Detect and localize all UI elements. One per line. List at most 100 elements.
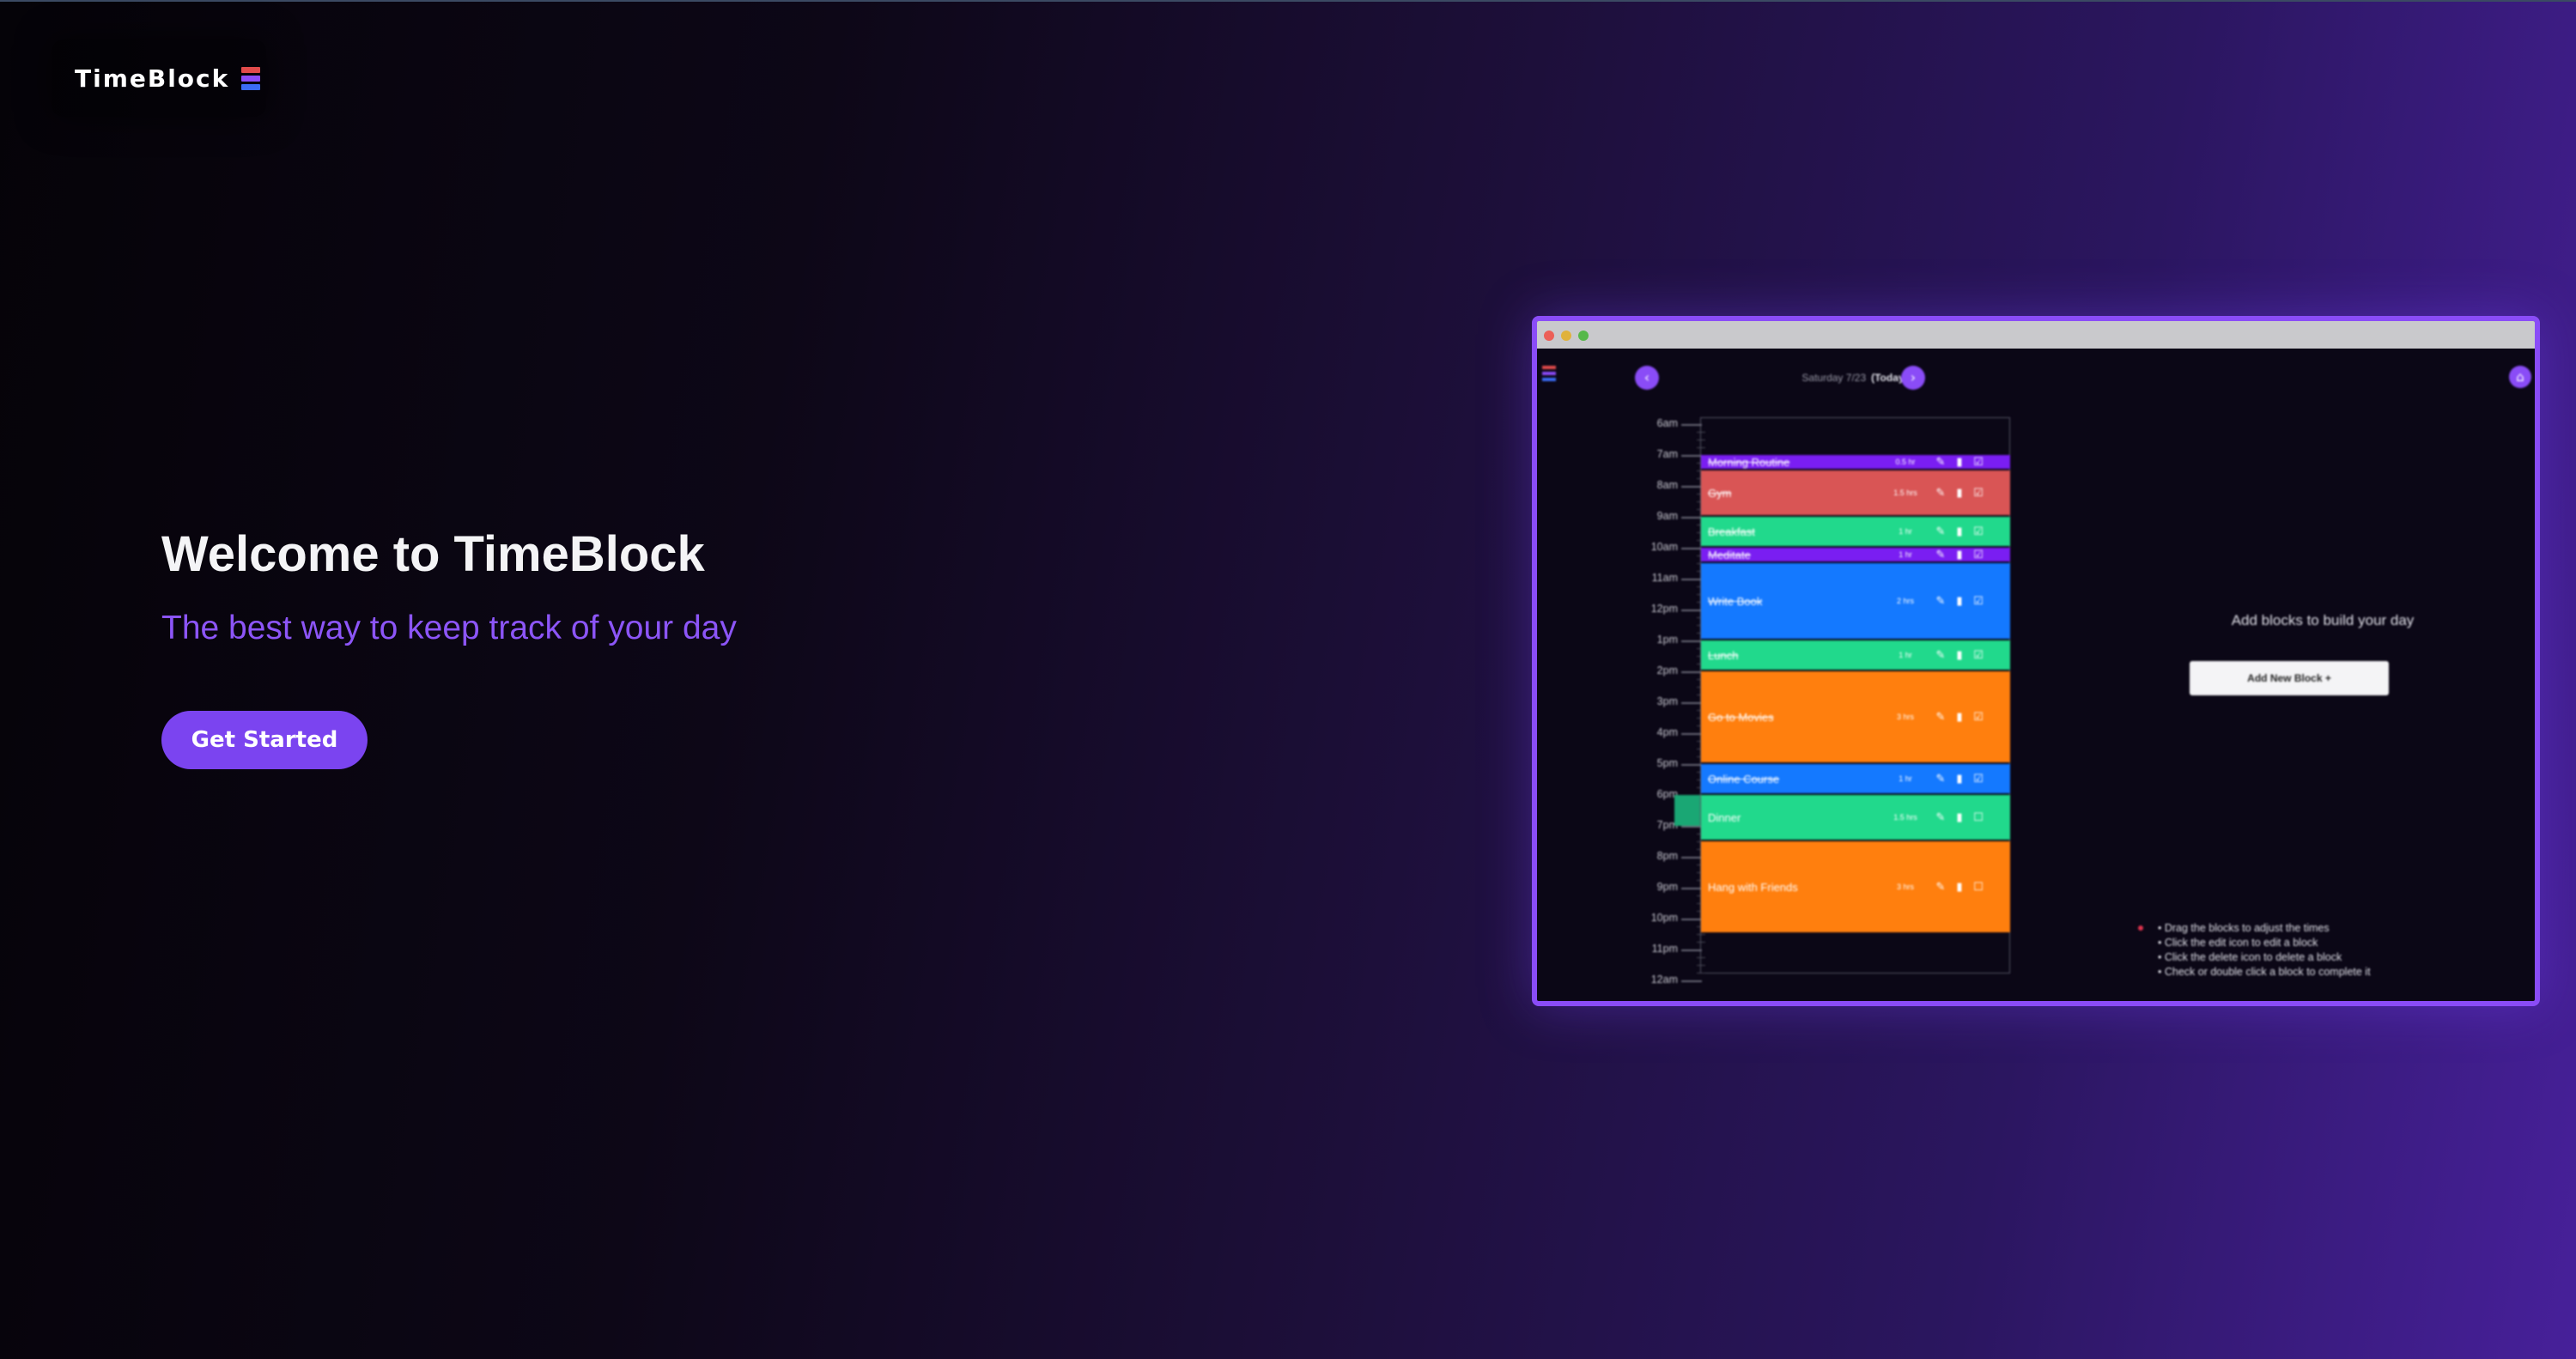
hour-tick (1681, 888, 1702, 889)
block-name: Hang with Friends (1708, 880, 1798, 894)
drag-handle (1674, 795, 1700, 826)
add-blocks-message: Add blocks to build your day (2231, 612, 2415, 628)
block-duration: 3 hrs (1896, 713, 1914, 721)
time-block: Morning Routine 0.5 hr ✎ ▮ ☑ (1701, 455, 2010, 469)
checkbox-checked-icon: ☑ (1973, 525, 1984, 538)
hour-tick (1681, 486, 1702, 488)
delete-icon: ▮ (1956, 548, 1963, 561)
edit-icon: ✎ (1935, 810, 1946, 824)
brand-logo[interactable]: TimeBlock (52, 39, 266, 117)
block-duration: 2 hrs (1896, 597, 1914, 605)
edit-icon: ✎ (1935, 648, 1946, 662)
time-block: Lunch 1 hr ✎ ▮ ☑ (1701, 640, 2010, 670)
time-block: Gym 1.5 hrs ✎ ▮ ☑ (1701, 470, 2010, 515)
time-block: Hang with Friends 3 hrs ✎ ▮ ☐ (1701, 841, 2010, 932)
edit-icon: ✎ (1935, 455, 1946, 469)
edit-icon: ✎ (1935, 880, 1946, 894)
delete-icon: ▮ (1956, 486, 1963, 500)
minor-tick (1697, 973, 1705, 974)
hour-tick (1681, 826, 1702, 828)
time-block: Online Course 1 hr ✎ ▮ ☑ (1701, 764, 2010, 793)
hour-label: 8pm (1656, 850, 1678, 862)
preview-app-body: ‹ Saturday 7/23 (Today) › ⌂ 6am 7am 8am 9am 1… (1537, 349, 2535, 1001)
hour-tick (1681, 579, 1702, 580)
block-name: Write Book (1708, 594, 1763, 608)
logo-text: TimeBlock (75, 64, 230, 93)
chevron-right-icon: › (1901, 366, 1925, 390)
chevron-left-icon: ‹ (1635, 366, 1659, 390)
checkbox-checked-icon: ☑ (1973, 486, 1984, 500)
checkbox-checked-icon: ☑ (1973, 455, 1984, 469)
maximize-dot-icon (1578, 331, 1589, 341)
hour-label: 9am (1656, 510, 1678, 522)
hour-tick (1681, 610, 1702, 611)
hour-label: 11pm (1651, 943, 1678, 955)
minor-tick (1697, 942, 1705, 943)
block-duration: 1 hr (1899, 550, 1912, 559)
time-block: Go to Movies 3 hrs ✎ ▮ ☑ (1701, 671, 2010, 762)
checkbox-checked-icon: ☑ (1973, 772, 1984, 786)
time-block: Meditate 1 hr ✎ ▮ ☑ (1701, 548, 2010, 561)
hour-tick (1681, 764, 1702, 766)
block-name: Go to Movies (1708, 710, 1774, 724)
add-new-block-button: Add New Block + (2190, 661, 2389, 695)
date-label: Saturday 7/23 (Today) (1801, 372, 1908, 384)
edit-icon: ✎ (1935, 525, 1946, 538)
hint-item: • Click the edit icon to edit a block (2158, 937, 2318, 949)
menu-icon (1542, 366, 1556, 381)
edit-icon: ✎ (1935, 548, 1946, 561)
hour-label: 6am (1656, 417, 1678, 429)
hour-label: 1pm (1656, 634, 1678, 646)
hour-label: 12am (1650, 974, 1678, 986)
minimize-dot-icon (1561, 331, 1571, 341)
delete-icon: ▮ (1956, 772, 1963, 786)
hero-subtitle: The best way to keep track of your day (161, 610, 737, 646)
block-duration: 1 hr (1899, 774, 1912, 783)
block-name: Online Course (1708, 772, 1780, 786)
block-duration: 1 hr (1899, 651, 1912, 659)
minor-tick (1697, 957, 1705, 958)
hour-tick (1681, 640, 1702, 642)
checkbox-empty-icon: ☐ (1973, 810, 1984, 824)
hour-label: 12pm (1650, 603, 1678, 615)
hour-tick (1681, 517, 1702, 519)
hour-tick (1681, 857, 1702, 858)
app-preview-screenshot: ‹ Saturday 7/23 (Today) › ⌂ 6am 7am 8am 9am 1… (1532, 316, 2540, 1006)
block-duration: 1 hr (1899, 527, 1912, 536)
block-duration: 3 hrs (1896, 883, 1914, 891)
hint-bullet-dot (2138, 925, 2143, 931)
minor-tick (1697, 934, 1705, 935)
hour-label: 10pm (1650, 912, 1678, 924)
hint-item: • Click the delete icon to delete a bloc… (2158, 951, 2342, 963)
hints-list: • Drag the blocks to adjust the times • … (2158, 921, 2371, 980)
hour-tick (1681, 455, 1702, 457)
hour-label: 7pm (1656, 819, 1678, 831)
block-duration: 1.5 hrs (1893, 813, 1917, 822)
get-started-button[interactable]: Get Started (161, 711, 368, 769)
minor-tick (1697, 965, 1705, 966)
hour-tick (1681, 733, 1702, 735)
edit-icon: ✎ (1935, 772, 1946, 786)
block-name: Meditate (1708, 548, 1751, 561)
hour-label: 4pm (1656, 726, 1678, 738)
block-name: Morning Routine (1708, 455, 1790, 469)
hour-label: 11am (1651, 572, 1678, 584)
block-name: Gym (1708, 486, 1732, 500)
hour-tick (1681, 548, 1702, 549)
delete-icon: ▮ (1956, 810, 1963, 824)
hint-item: • Check or double click a block to compl… (2158, 966, 2371, 978)
close-dot-icon (1544, 331, 1554, 341)
hour-label: 8am (1656, 479, 1678, 491)
checkbox-checked-icon: ☑ (1973, 548, 1984, 561)
top-border (0, 0, 2576, 2)
hour-tick (1681, 919, 1702, 920)
hour-label: 7am (1656, 448, 1678, 460)
checkbox-checked-icon: ☑ (1973, 648, 1984, 662)
minor-tick (1697, 447, 1705, 448)
hour-label: 9pm (1656, 881, 1678, 893)
delete-icon: ▮ (1956, 594, 1963, 608)
hour-label: 3pm (1656, 695, 1678, 707)
delete-icon: ▮ (1956, 648, 1963, 662)
hero-title: Welcome to TimeBlock (161, 526, 705, 582)
hour-tick (1681, 702, 1702, 704)
